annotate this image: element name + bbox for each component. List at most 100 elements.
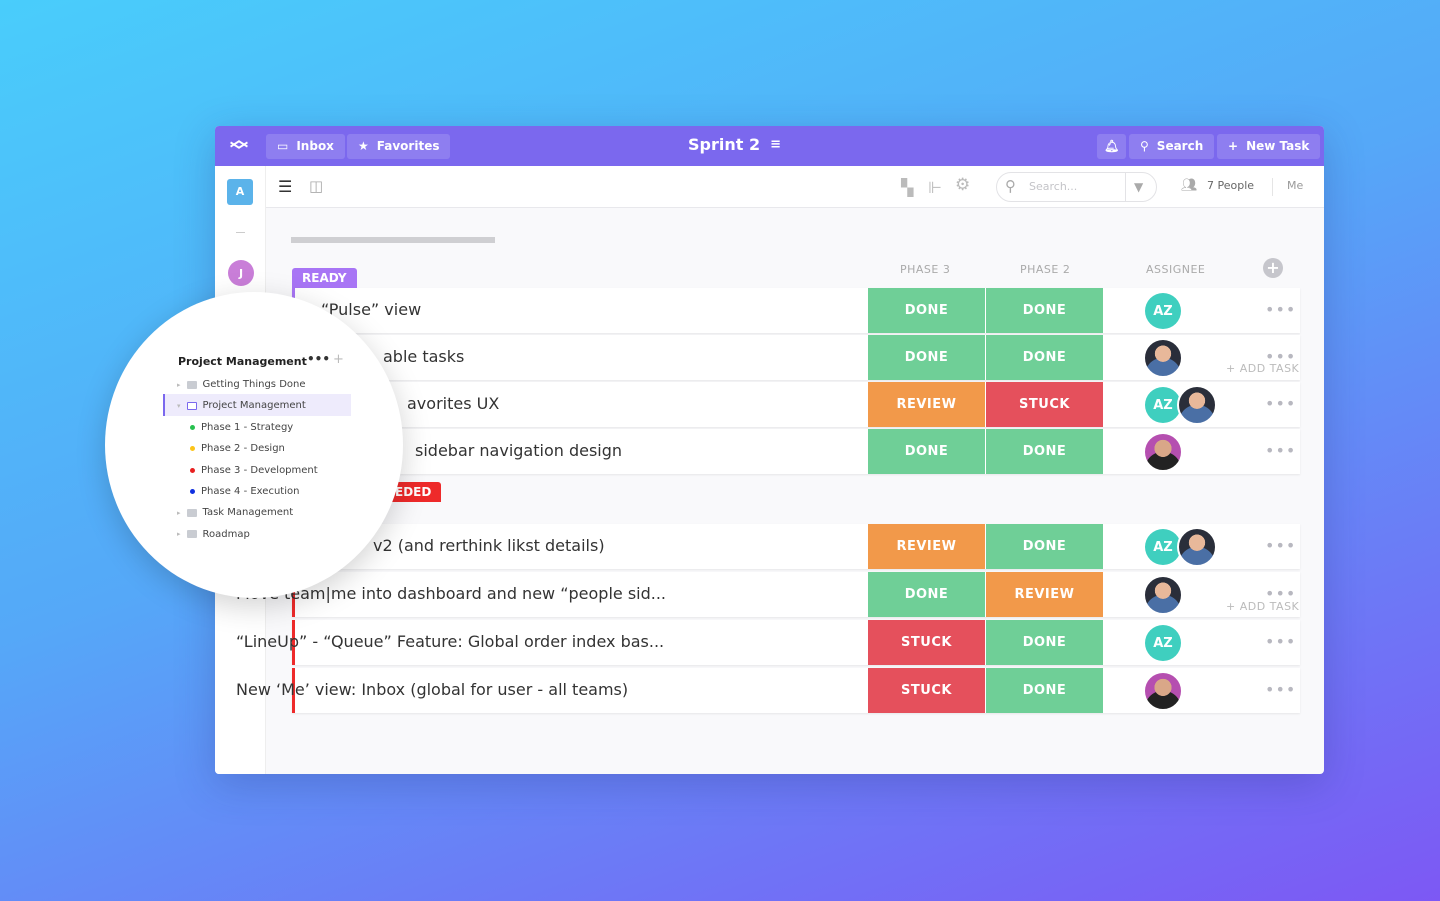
more-icon[interactable]: •••: [1265, 441, 1296, 460]
phase3-status[interactable]: DONE: [868, 429, 985, 474]
logo-icon[interactable]: ︿ ﹀: [230, 132, 248, 161]
user-avatar[interactable]: J: [228, 260, 254, 286]
assignee-photo[interactable]: [1143, 671, 1183, 711]
menu-icon: ≡: [770, 137, 781, 152]
more-icon[interactable]: •••: [1265, 632, 1296, 651]
phase3-status[interactable]: DONE: [868, 572, 985, 617]
task-name[interactable]: “LineUp” - “Queue” Feature: Global order…: [236, 632, 664, 651]
task-row[interactable]: v2 (and rerthink likst details) REVIEW D…: [292, 524, 1300, 569]
phase2-status[interactable]: STUCK: [986, 382, 1103, 427]
sidebar-item-label: Project Management: [202, 400, 306, 412]
subtasks-icon[interactable]: ▚: [901, 178, 913, 197]
page-title[interactable]: Sprint 2 ≡: [688, 135, 781, 154]
more-icon[interactable]: •••: [1265, 394, 1296, 413]
task-row[interactable]: New ‘Me’ view: Inbox (global for user - …: [236, 668, 1300, 713]
caret-icon: ▸: [177, 508, 181, 517]
assignee-photo[interactable]: [1143, 338, 1183, 378]
add-icon[interactable]: +: [333, 352, 344, 367]
search-button[interactable]: ⚲ Search: [1129, 134, 1215, 159]
status-dot-icon: [190, 424, 195, 430]
task-name[interactable]: sidebar navigation design: [415, 441, 622, 460]
board-view-icon[interactable]: ◫: [309, 177, 323, 195]
task-name[interactable]: able tasks: [383, 347, 464, 366]
me-filter[interactable]: Me: [1287, 179, 1303, 192]
task-name[interactable]: New ‘Me’ view: Inbox (global for user - …: [236, 680, 628, 699]
inbox-icon: ▭: [277, 139, 289, 153]
task-name[interactable]: avorites UX: [407, 394, 499, 413]
assignee-photo[interactable]: [1143, 575, 1183, 615]
task-name[interactable]: “Pulse” view: [321, 300, 421, 319]
workspace-avatar[interactable]: A: [227, 179, 253, 205]
title-text: Sprint 2: [688, 135, 761, 154]
add-task-button[interactable]: + ADD TASK: [1226, 362, 1299, 375]
assignee-avatar[interactable]: AZ: [1145, 529, 1181, 565]
new-task-button[interactable]: + New Task: [1217, 134, 1321, 159]
phase2-status[interactable]: REVIEW: [986, 572, 1103, 617]
search-input[interactable]: ⚲ Search... ▼: [996, 172, 1157, 202]
more-icon[interactable]: •••: [1265, 680, 1296, 699]
sidebar-item-label: Roadmap: [202, 528, 250, 540]
list-view-icon[interactable]: ☰: [278, 177, 292, 196]
phase2-status[interactable]: DONE: [986, 620, 1103, 665]
notifications-button[interactable]: 🔔︎: [1097, 134, 1127, 159]
assignee-photo[interactable]: [1177, 527, 1217, 567]
hierarchy-icon[interactable]: ⊩: [928, 178, 942, 197]
people-filter[interactable]: 7 People: [1207, 179, 1254, 192]
phase3-status[interactable]: STUCK: [868, 620, 985, 665]
task-row[interactable]: able tasks DONE DONE •••: [292, 335, 1300, 380]
task-row[interactable]: avorites UX REVIEW STUCK AZ •••: [292, 382, 1300, 427]
assignee-avatar[interactable]: AZ: [1145, 293, 1181, 329]
phase3-status[interactable]: REVIEW: [868, 382, 985, 427]
sidebar-item[interactable]: Phase 3 - Development: [190, 465, 318, 476]
phase2-status[interactable]: DONE: [986, 288, 1103, 333]
assignee-avatar[interactable]: AZ: [1145, 625, 1181, 661]
sidebar-item[interactable]: Phase 1 - Strategy: [190, 422, 293, 433]
task-row[interactable]: “LineUp” - “Queue” Feature: Global order…: [236, 620, 1300, 665]
sidebar-item-label: Phase 3 - Development: [201, 464, 318, 476]
sidebar-item-label: Task Management: [202, 507, 294, 519]
task-row[interactable]: “Pulse” view DONE DONE AZ •••: [292, 288, 1300, 333]
assignee-photo[interactable]: [1177, 385, 1217, 425]
add-task-button[interactable]: + ADD TASK: [1226, 600, 1299, 613]
folder-icon: [186, 530, 197, 539]
filter-icon[interactable]: ▼: [1125, 173, 1143, 201]
settings-icon[interactable]: ⚙: [955, 175, 970, 195]
add-column-button[interactable]: +: [1263, 258, 1283, 278]
phase3-status[interactable]: DONE: [868, 288, 985, 333]
divider: [1272, 178, 1273, 196]
group-label[interactable]: READY: [292, 268, 357, 288]
sidebar-item[interactable]: ▾ Project Management: [177, 400, 306, 411]
folder-icon: [186, 380, 197, 389]
column-header-phase2: PHASE 2: [1020, 263, 1071, 276]
inbox-button[interactable]: ▭ Inbox: [266, 134, 345, 159]
phase2-status[interactable]: DONE: [986, 524, 1103, 569]
inbox-label: Inbox: [296, 139, 334, 153]
favorites-button[interactable]: ★ Favorites: [347, 134, 451, 159]
new-task-label: New Task: [1246, 139, 1310, 153]
phase3-status[interactable]: STUCK: [868, 668, 985, 713]
sidebar-item[interactable]: Phase 2 - Design: [190, 443, 285, 454]
sidebar-item-label: Getting Things Done: [202, 379, 306, 390]
search-icon: ⚲: [1140, 139, 1149, 153]
bell-icon: 🔔︎: [1104, 139, 1120, 153]
task-row[interactable]: sidebar navigation design DONE DONE •••: [292, 429, 1300, 474]
status-dot-icon: [190, 489, 195, 494]
phase2-status[interactable]: DONE: [986, 335, 1103, 380]
more-icon[interactable]: •••: [1265, 536, 1296, 555]
phase2-status[interactable]: DONE: [986, 668, 1103, 713]
search-label: Search: [1156, 139, 1204, 153]
assignee-avatar[interactable]: AZ: [1145, 387, 1181, 423]
divider: [236, 232, 245, 233]
more-icon[interactable]: •••: [307, 352, 330, 366]
sidebar-item[interactable]: ▸ Task Management: [177, 507, 293, 518]
sidebar-item[interactable]: ▸ Getting Things Done: [177, 379, 306, 390]
sidebar-item[interactable]: ▸ Roadmap: [177, 529, 250, 540]
task-name[interactable]: v2 (and rerthink likst details): [373, 536, 605, 555]
assignee-photo[interactable]: [1143, 432, 1183, 472]
phase3-status[interactable]: REVIEW: [868, 524, 985, 569]
sidebar-item[interactable]: Phase 4 - Execution: [190, 486, 299, 497]
phase3-status[interactable]: DONE: [868, 335, 985, 380]
phase2-status[interactable]: DONE: [986, 429, 1103, 474]
more-icon[interactable]: •••: [1265, 300, 1296, 319]
task-row[interactable]: Move team|me into dashboard and new “peo…: [236, 572, 1300, 617]
